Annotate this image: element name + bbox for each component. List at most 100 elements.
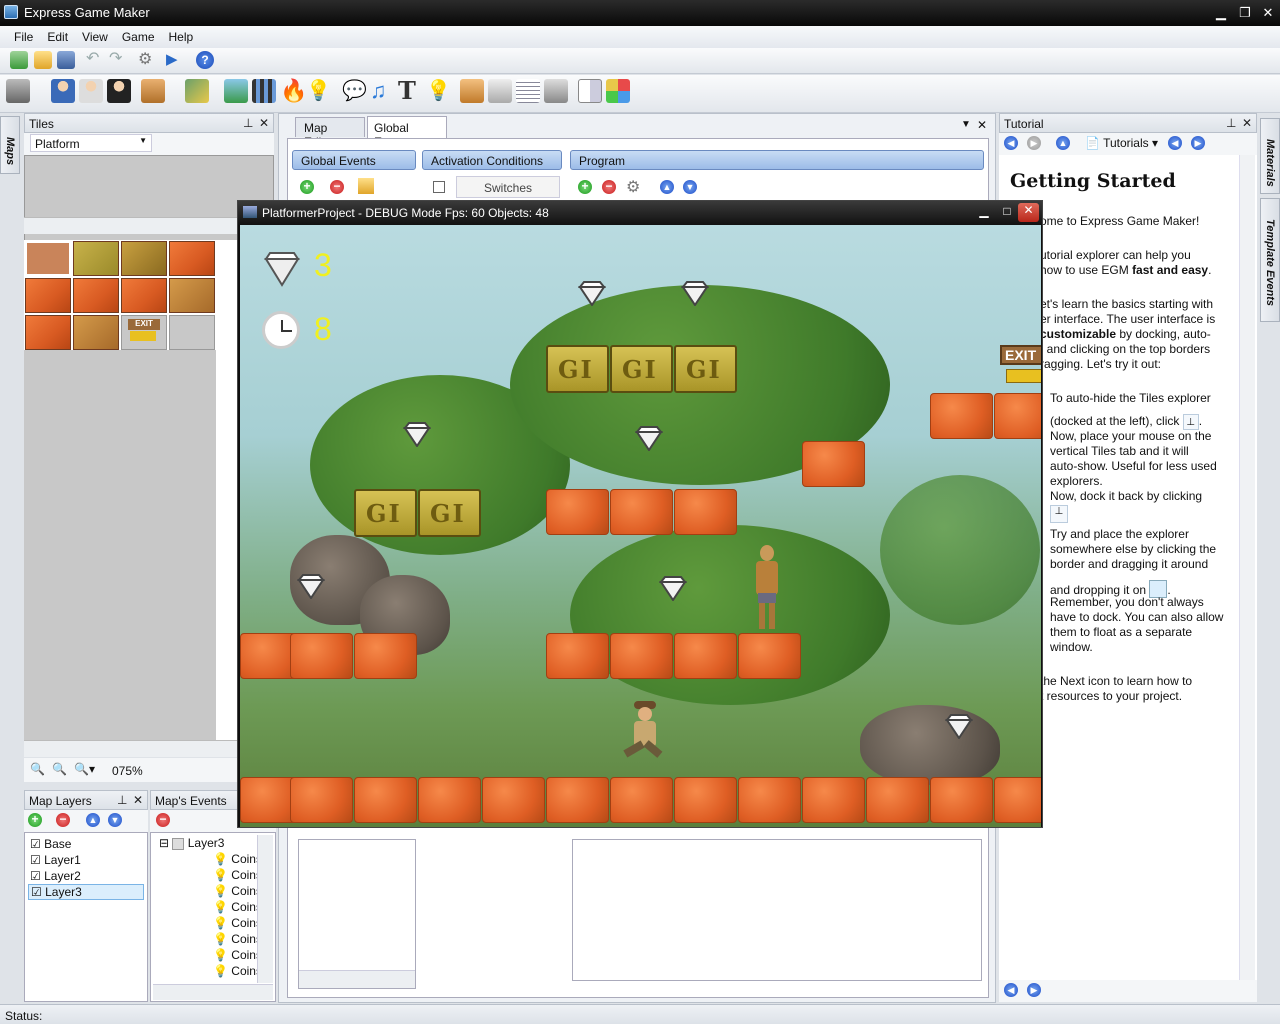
menu-file[interactable]: File	[7, 26, 40, 44]
new-project-icon[interactable]	[10, 51, 28, 69]
pin-icon[interactable]: ⊥	[1226, 116, 1236, 130]
tileset-select[interactable]: Platform ▼	[30, 134, 152, 152]
settings-gear-icon[interactable]: ⚙	[138, 51, 156, 69]
palette-icon[interactable]	[606, 79, 630, 103]
items-box-icon[interactable]	[141, 79, 165, 103]
remove-event-icon[interactable]: −	[330, 180, 344, 194]
maps-side-tab[interactable]: Maps	[0, 116, 20, 174]
previous-icon[interactable]: ◀	[1168, 136, 1182, 150]
undo-icon[interactable]: ↶	[86, 51, 104, 69]
events-hscrollbar[interactable]	[299, 970, 415, 988]
remove-event-icon[interactable]: −	[156, 813, 170, 827]
save-icon[interactable]	[57, 51, 75, 69]
remove-layer-icon[interactable]: −	[56, 813, 70, 827]
tile-brick[interactable]	[121, 278, 167, 313]
switches-checkbox[interactable]	[433, 181, 445, 193]
text-tool-icon[interactable]: T	[398, 79, 422, 103]
enemy-icon[interactable]	[107, 79, 131, 103]
menu-view[interactable]: View	[75, 26, 115, 44]
chevron-down-icon[interactable]: ▼	[961, 119, 971, 130]
tree-item[interactable]: 💡 Coins	[213, 852, 262, 866]
database-icon[interactable]	[6, 79, 30, 103]
particles-fire-icon[interactable]: 🔥	[280, 79, 307, 103]
tree-item[interactable]: 💡 Coins	[213, 964, 262, 978]
tile-carved-dirt[interactable]	[169, 278, 215, 313]
game-window-titlebar[interactable]: PlatformerProject - DEBUG Mode Fps: 60 O…	[238, 201, 1042, 225]
tutorial-scrollbar[interactable]	[1239, 155, 1255, 980]
animation-film-icon[interactable]	[252, 79, 276, 103]
previous-icon[interactable]: ◀	[1004, 983, 1018, 997]
layer-row[interactable]: ☑ Layer2	[30, 869, 81, 883]
tree-hscrollbar[interactable]	[153, 984, 273, 1000]
game-debug-window[interactable]: PlatformerProject - DEBUG Mode Fps: 60 O…	[237, 200, 1043, 828]
menu-help[interactable]: Help	[162, 26, 201, 44]
pin-icon[interactable]: ⊥	[117, 793, 127, 807]
tutorials-dropdown[interactable]: 📄 Tutorials ▾	[1085, 136, 1158, 150]
command-gear-icon[interactable]: ⚙	[626, 177, 640, 197]
back-icon[interactable]: ◀	[1004, 136, 1018, 150]
run-game-icon[interactable]: ▶	[166, 51, 184, 69]
document-list-icon[interactable]	[516, 79, 540, 103]
tile-mossy-stone[interactable]	[73, 241, 119, 276]
close-icon[interactable]: ✕	[259, 116, 269, 130]
event-folder-icon[interactable]	[358, 178, 374, 194]
move-down-icon[interactable]: ▼	[108, 813, 122, 827]
home-up-icon[interactable]: ▲	[1056, 136, 1070, 150]
add-layer-icon[interactable]: +	[28, 813, 42, 827]
switches-field[interactable]: Switches	[456, 176, 560, 198]
layer-row[interactable]: ☑ Base	[30, 837, 71, 851]
tile-cracked-stone[interactable]	[121, 241, 167, 276]
remove-command-icon[interactable]: −	[602, 180, 616, 194]
minimize-button[interactable]: ▁	[1210, 4, 1232, 22]
window-layout-icon[interactable]	[578, 79, 602, 103]
move-down-icon[interactable]: ▼	[683, 180, 697, 194]
music-note-icon[interactable]: ♫	[370, 79, 394, 103]
tile-brick[interactable]	[25, 278, 71, 313]
materials-side-tab[interactable]: Materials	[1260, 118, 1280, 194]
layer-row-selected[interactable]: ☑ Layer3	[28, 884, 144, 900]
tile-dirt[interactable]	[73, 315, 119, 350]
zoom-out-icon[interactable]: 🔍	[52, 762, 67, 776]
next-icon[interactable]: ▶	[1191, 136, 1205, 150]
add-command-icon[interactable]: +	[578, 180, 592, 194]
menu-edit[interactable]: Edit	[40, 26, 75, 44]
tile-exit-sign[interactable]: EXIT	[121, 315, 167, 350]
player-icon[interactable]	[51, 79, 75, 103]
close-button[interactable]: ✕	[1257, 4, 1279, 22]
next-icon[interactable]: ▶	[1027, 983, 1041, 997]
restore-button[interactable]: ❐	[1234, 4, 1256, 22]
menu-game[interactable]: Game	[115, 26, 162, 44]
move-up-icon[interactable]: ▲	[660, 180, 674, 194]
move-up-icon[interactable]: ▲	[86, 813, 100, 827]
light-bulb-icon[interactable]: 💡	[426, 79, 451, 103]
tileset-edit-icon[interactable]	[185, 79, 209, 103]
zoom-menu-icon[interactable]: 🔍▾	[74, 762, 95, 776]
close-icon[interactable]: ✕	[133, 793, 143, 807]
layer-row[interactable]: ☑ Layer1	[30, 853, 81, 867]
tile-empty[interactable]	[169, 315, 215, 350]
tile-brick[interactable]	[169, 241, 215, 276]
template-events-side-tab[interactable]: Template Events	[1260, 198, 1280, 322]
maximize-button[interactable]: □	[997, 204, 1017, 222]
close-button[interactable]: ✕	[1018, 203, 1039, 222]
tile-spiral-selected[interactable]	[25, 241, 71, 276]
tile-brick[interactable]	[73, 278, 119, 313]
open-folder-icon[interactable]	[34, 51, 52, 69]
tree-item[interactable]: 💡 Coins	[213, 884, 262, 898]
tab-global-events[interactable]: Global Events	[367, 116, 447, 149]
tree-item[interactable]: 💡 Coins	[213, 948, 262, 962]
script-bulb-icon[interactable]: 💡	[306, 79, 331, 103]
close-icon[interactable]: ✕	[977, 118, 987, 132]
pin-icon[interactable]: ⊥	[243, 116, 253, 130]
layout-bars-icon[interactable]	[544, 79, 568, 103]
tree-item[interactable]: 💡 Coins	[213, 932, 262, 946]
picture-icon[interactable]	[224, 79, 248, 103]
zoom-in-icon[interactable]: 🔍	[30, 762, 45, 776]
add-event-icon[interactable]: +	[300, 180, 314, 194]
bookmark-icon[interactable]	[460, 79, 484, 103]
forward-icon[interactable]: ▶	[1027, 136, 1041, 150]
help-icon[interactable]: ?	[196, 51, 214, 69]
tree-item[interactable]: 💡 Coins	[213, 916, 262, 930]
variables-icon[interactable]	[488, 79, 512, 103]
tree-root[interactable]: ⊟ Layer3	[159, 836, 224, 850]
